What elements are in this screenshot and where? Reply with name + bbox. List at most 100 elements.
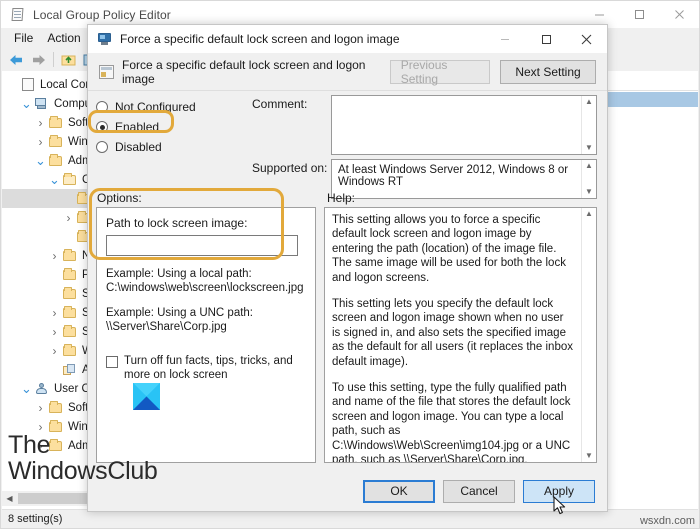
toolbar-separator <box>53 52 54 67</box>
comment-scroll-up-icon[interactable]: ▲ <box>585 96 593 108</box>
policy-editor-icon <box>10 7 26 23</box>
help-scroll-up-icon[interactable]: ▲ <box>585 208 593 220</box>
chevron-down-icon[interactable]: ⌄ <box>20 97 33 110</box>
comment-scroll-down-icon[interactable]: ▼ <box>585 142 593 154</box>
chevron-right-icon[interactable]: › <box>48 249 61 263</box>
radio-disabled[interactable]: Disabled <box>96 137 244 157</box>
help-scrollbar[interactable]: ▲ ▼ <box>581 208 596 462</box>
chevron-right-icon[interactable]: › <box>34 116 47 130</box>
example-unc-path-value: \\Server\Share\Corp.jpg <box>106 321 227 333</box>
folder-icon <box>47 419 64 432</box>
radio-not-configured-label: Not Configured <box>115 100 196 114</box>
dialog-window-controls <box>484 25 607 54</box>
dialog-title: Force a specific default lock screen and… <box>120 32 400 46</box>
source-watermark: wsxdn.com <box>639 515 695 527</box>
supported-on-value: At least Windows Server 2012, Windows 8 … <box>338 164 569 188</box>
radio-enabled-label: Enabled <box>115 120 160 134</box>
chevron-down-icon[interactable]: ⌄ <box>48 173 61 186</box>
path-to-lock-screen-image-input[interactable] <box>106 235 298 256</box>
path-field-label: Path to lock screen image: <box>106 216 248 230</box>
up-folder-icon[interactable] <box>58 50 80 70</box>
all-settings-icon <box>61 363 78 376</box>
chevron-right-icon[interactable]: › <box>48 306 61 320</box>
next-setting-button[interactable]: Next Setting <box>500 60 596 84</box>
windowsclub-logo <box>133 383 160 410</box>
computer-icon <box>33 97 50 110</box>
help-text: This setting allows you to force a speci… <box>325 208 581 463</box>
help-paragraph: To use this setting, type the fully qual… <box>332 382 571 463</box>
help-paragraph: This setting allows you to force a speci… <box>332 214 566 284</box>
folder-icon <box>61 267 78 280</box>
menu-file[interactable]: File <box>7 30 40 47</box>
folder-icon <box>61 172 78 185</box>
comment-textarea[interactable]: ▲ ▼ <box>331 95 597 155</box>
previous-setting-button[interactable]: Previous Setting <box>389 58 490 86</box>
maximize-icon[interactable] <box>619 1 659 28</box>
dialog-minimize-icon[interactable] <box>484 25 525 54</box>
folder-icon <box>61 248 78 261</box>
example-local-path-label: Example: Using a local path: <box>106 268 252 280</box>
turn-off-fun-facts-label: Turn off fun facts, tips, tricks, and mo… <box>124 355 293 381</box>
folder-icon <box>61 324 78 337</box>
status-bar-text: 8 setting(s) <box>8 512 63 525</box>
turn-off-fun-facts-checkbox[interactable] <box>106 356 118 368</box>
supported-on-scrollbar[interactable]: ▲ ▼ <box>581 160 596 198</box>
radio-not-configured[interactable]: Not Configured <box>96 97 244 117</box>
folder-icon <box>61 286 78 299</box>
dialog-title-bar: Force a specific default lock screen and… <box>88 25 607 54</box>
close-icon[interactable] <box>659 1 699 28</box>
setting-icon <box>99 65 114 79</box>
radio-not-configured-indicator <box>96 101 108 113</box>
chevron-right-icon[interactable]: › <box>48 344 61 358</box>
chevron-down-icon[interactable]: ⌄ <box>34 154 47 167</box>
turn-off-fun-facts-checkbox-row[interactable]: Turn off fun facts, tips, tricks, and mo… <box>106 354 306 382</box>
help-caption: Help: <box>327 191 356 205</box>
chevron-down-icon[interactable]: ⌄ <box>20 382 33 395</box>
chevron-right-icon[interactable]: › <box>34 439 47 453</box>
dialog-maximize-icon[interactable] <box>525 25 566 54</box>
folder-icon <box>47 134 64 147</box>
back-icon[interactable] <box>5 50 27 70</box>
cancel-button[interactable]: Cancel <box>443 479 515 503</box>
forward-icon[interactable] <box>27 50 49 70</box>
dialog-close-icon[interactable] <box>566 25 607 54</box>
scroll-left-icon[interactable]: ◀ <box>2 494 17 503</box>
chevron-right-icon[interactable]: › <box>48 325 61 339</box>
folder-icon <box>47 153 64 166</box>
folder-icon <box>61 343 78 356</box>
chevron-right-icon[interactable]: › <box>34 420 47 434</box>
setting-nav-buttons: Previous Setting Next Setting <box>389 58 596 86</box>
supported-scroll-down-icon[interactable]: ▼ <box>585 186 593 198</box>
menu-action[interactable]: Action <box>40 30 87 47</box>
supported-on-value-box: At least Windows Server 2012, Windows 8 … <box>331 159 597 199</box>
comment-scrollbar[interactable]: ▲ ▼ <box>581 96 596 154</box>
setting-name: Force a specific default lock screen and… <box>122 58 366 86</box>
radio-enabled[interactable]: Enabled <box>96 117 244 137</box>
folder-icon <box>61 305 78 318</box>
mouse-cursor <box>553 496 567 521</box>
help-scroll-down-icon[interactable]: ▼ <box>585 450 593 462</box>
example-local-path-value: C:\windows\web\screen\lockscreen.jpg <box>106 282 304 294</box>
help-panel[interactable]: This setting allows you to force a speci… <box>324 207 597 463</box>
chevron-right-icon[interactable]: › <box>34 401 47 415</box>
radio-enabled-indicator <box>96 121 108 133</box>
help-paragraph: This setting lets you specify the defaul… <box>332 298 573 368</box>
supported-scroll-up-icon[interactable]: ▲ <box>585 160 593 172</box>
state-radio-group: Not Configured Enabled Disabled <box>96 97 244 157</box>
chevron-right-icon[interactable]: › <box>62 211 75 225</box>
comment-label: Comment: <box>252 97 308 111</box>
folder-icon <box>47 115 64 128</box>
chevron-right-icon[interactable]: › <box>34 135 47 149</box>
screenshot-root: Local Group Policy Editor File Action Vi… <box>0 0 700 529</box>
dialog-header: Force a specific default lock screen and… <box>88 54 607 91</box>
folder-icon <box>47 438 64 451</box>
folder-icon <box>47 400 64 413</box>
radio-disabled-label: Disabled <box>115 140 162 154</box>
dialog-footer: OK Cancel Apply <box>88 471 607 511</box>
lockscreen-setting-icon <box>97 31 113 47</box>
ok-button[interactable]: OK <box>363 479 435 503</box>
example-unc-path-label: Example: Using a UNC path: <box>106 307 254 319</box>
user-icon <box>33 382 50 395</box>
options-caption: Options: <box>97 191 142 205</box>
radio-disabled-indicator <box>96 141 108 153</box>
